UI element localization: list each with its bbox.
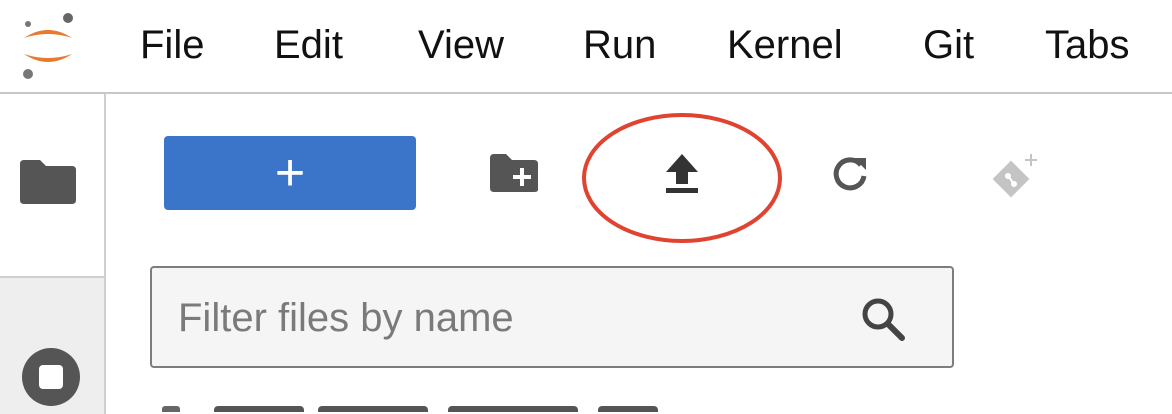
refresh-icon[interactable] bbox=[830, 154, 870, 194]
folder-icon[interactable] bbox=[18, 158, 78, 206]
filter-files-input[interactable] bbox=[178, 288, 838, 348]
file-list-item[interactable] bbox=[158, 400, 678, 412]
menu-edit[interactable]: Edit bbox=[274, 20, 343, 70]
menu-bar: File Edit View Run Kernel Git Tabs bbox=[0, 0, 1172, 94]
new-launcher-button[interactable]: + bbox=[164, 136, 416, 210]
filter-box bbox=[150, 266, 954, 368]
file-row-partial-glyphs-icon bbox=[162, 406, 658, 412]
git-clone-icon[interactable] bbox=[990, 150, 1044, 200]
new-folder-icon[interactable] bbox=[488, 152, 540, 194]
search-icon[interactable] bbox=[860, 296, 908, 344]
menu-run[interactable]: Run bbox=[583, 20, 656, 70]
menu-file[interactable]: File bbox=[140, 20, 204, 70]
jupyter-logo-icon[interactable] bbox=[14, 6, 82, 86]
menu-view[interactable]: View bbox=[418, 20, 504, 70]
menu-git[interactable]: Git bbox=[923, 20, 974, 70]
menu-kernel[interactable]: Kernel bbox=[727, 20, 843, 70]
sidebar-lower-section bbox=[0, 276, 106, 414]
upload-highlight-annotation bbox=[582, 113, 782, 243]
stop-circle-icon[interactable] bbox=[20, 346, 82, 408]
menu-tabs[interactable]: Tabs bbox=[1045, 20, 1130, 70]
